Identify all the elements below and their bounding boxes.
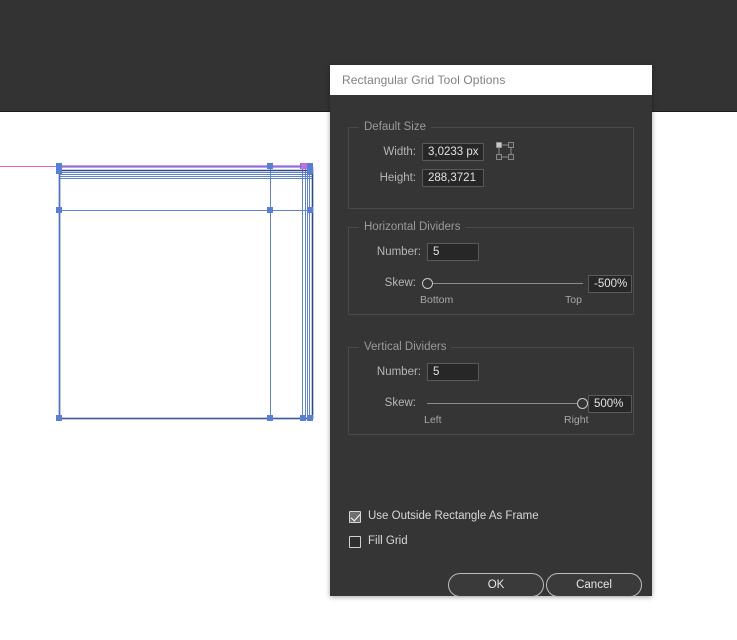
dialog-body: Default Size Width: 3,0233 px Height: 28… <box>330 95 652 597</box>
h-skew-slider-thumb[interactable] <box>422 278 433 289</box>
group-default-size-legend: Default Size <box>359 121 432 133</box>
h-skew-input[interactable]: -500% <box>588 275 632 293</box>
h-skew-right-end-label: Top <box>565 294 582 306</box>
application-window: Rectangular Grid Tool Options Default Si… <box>0 0 737 640</box>
checkbox-fill-grid-label: Fill Grid <box>368 535 408 547</box>
anchor-points <box>56 163 313 421</box>
group-vertical-dividers: Vertical Dividers Number: 5 Skew: 500% L… <box>348 341 634 435</box>
width-label: Width: <box>383 146 416 158</box>
checkbox-checked-icon[interactable] <box>349 511 361 523</box>
h-skew-label: Skew: <box>384 277 416 289</box>
dialog-title: Rectangular Grid Tool Options <box>342 73 506 87</box>
dialog-titlebar[interactable]: Rectangular Grid Tool Options <box>330 65 652 95</box>
checkbox-unchecked-icon[interactable] <box>349 536 361 548</box>
v-number-label: Number: <box>376 366 421 378</box>
reference-point-widget-icon[interactable] <box>495 141 515 161</box>
height-input[interactable]: 288,3721 <box>422 169 484 187</box>
v-skew-slider-thumb[interactable] <box>577 398 588 409</box>
checkbox-use-outside-rectangle-as-frame-label: Use Outside Rectangle As Frame <box>368 510 539 522</box>
width-input[interactable]: 3,0233 px <box>422 143 484 161</box>
group-vertical-dividers-legend: Vertical Dividers <box>359 341 452 353</box>
v-skew-input[interactable]: 500% <box>588 395 632 413</box>
v-skew-slider-track[interactable] <box>427 403 583 404</box>
h-number-label: Number: <box>376 246 421 258</box>
ok-button[interactable]: OK <box>448 573 544 597</box>
anchor-point-selected <box>301 163 307 169</box>
cancel-button[interactable]: Cancel <box>546 573 642 597</box>
v-number-input[interactable]: 5 <box>427 363 479 381</box>
v-skew-left-end-label: Left <box>424 414 442 426</box>
v-skew-label: Skew: <box>384 397 416 409</box>
v-skew-right-end-label: Right <box>564 414 589 426</box>
h-skew-slider-track[interactable] <box>427 283 583 284</box>
group-default-size: Default Size Width: 3,0233 px Height: 28… <box>348 121 634 209</box>
h-number-input[interactable]: 5 <box>427 243 479 261</box>
h-skew-left-end-label: Bottom <box>420 294 454 306</box>
group-horizontal-dividers-legend: Horizontal Dividers <box>359 221 466 233</box>
rectangular-grid-tool-options-dialog[interactable]: Rectangular Grid Tool Options Default Si… <box>330 65 652 597</box>
height-label: Height: <box>379 172 416 184</box>
outer-rectangle <box>58 169 314 420</box>
group-horizontal-dividers: Horizontal Dividers Number: 5 Skew: -500… <box>348 221 634 315</box>
